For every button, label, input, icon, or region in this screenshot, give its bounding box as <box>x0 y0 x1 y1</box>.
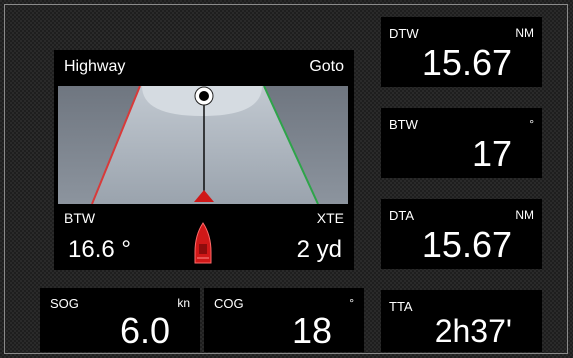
btw-panel[interactable]: BTW ° 17 <box>381 108 542 178</box>
tta-label: TTA <box>389 299 413 314</box>
highway-btw-label: BTW <box>64 210 96 226</box>
cog-label: COG <box>214 296 244 311</box>
dta-value: 15.67 <box>421 224 512 265</box>
dtw-value: 15.67 <box>421 42 512 83</box>
sog-label: SOG <box>50 296 79 311</box>
cog-panel[interactable]: COG ° 18 <box>204 288 364 352</box>
btw-label: BTW <box>389 117 418 132</box>
dtw-panel[interactable]: DTW NM 15.67 <box>381 17 542 87</box>
dtw-unit: NM <box>515 26 534 40</box>
cog-value: 18 <box>291 310 332 351</box>
sog-panel[interactable]: SOG kn 6.0 <box>40 288 200 352</box>
highway-btw-value: 16.6 ° <box>68 236 131 263</box>
tta-panel[interactable]: TTA 2h37' <box>381 290 542 352</box>
dtw-label: DTW <box>389 26 419 41</box>
sog-unit: kn <box>177 296 190 310</box>
waypoint-marker-inner <box>199 91 209 101</box>
boat-icon <box>194 222 212 264</box>
cog-unit: ° <box>349 296 354 310</box>
dta-unit: NM <box>515 208 534 222</box>
highway-xte-value: 2 yd <box>296 236 342 263</box>
highway-xte-label: XTE <box>316 210 344 226</box>
highway-title: Highway <box>64 58 126 75</box>
btw-value: 17 <box>471 133 512 174</box>
goto-label[interactable]: Goto <box>309 58 344 76</box>
highway-view <box>58 86 348 204</box>
tta-value: 2h37' <box>434 313 512 349</box>
dta-label: DTA <box>389 208 415 223</box>
highway-panel[interactable]: Highway Goto BTW XTE 16.6 ° 2 yd <box>54 50 354 270</box>
btw-unit: ° <box>529 117 534 131</box>
dta-panel[interactable]: DTA NM 15.67 <box>381 199 542 269</box>
sog-value: 6.0 <box>119 310 170 351</box>
